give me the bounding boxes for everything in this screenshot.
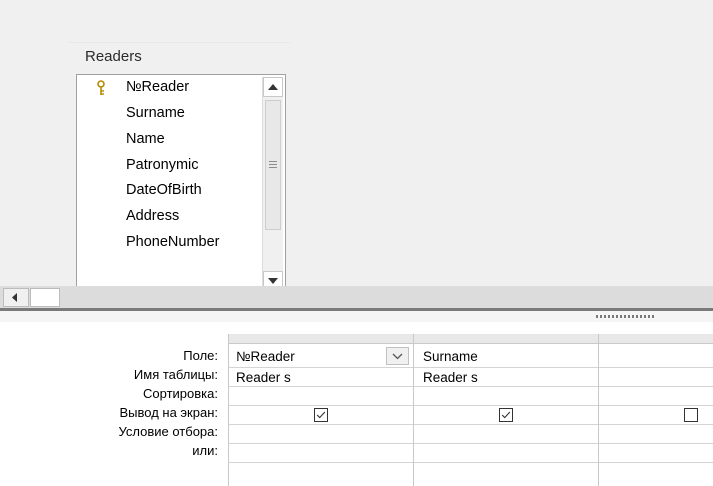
field-item-phone-number[interactable]: PhoneNumber bbox=[126, 234, 220, 250]
cell-table[interactable]: Reader s bbox=[423, 370, 478, 385]
arrow-left-icon bbox=[12, 293, 17, 302]
scroll-up-button[interactable] bbox=[263, 77, 283, 97]
field-list-scrollbar[interactable] bbox=[262, 77, 283, 291]
field-item-reader-id[interactable]: №Reader bbox=[126, 79, 189, 95]
key-icon bbox=[97, 80, 105, 95]
show-checkbox[interactable] bbox=[499, 408, 513, 422]
grid-column-1[interactable]: №Reader Reader s bbox=[228, 334, 413, 486]
show-checkbox[interactable] bbox=[314, 408, 328, 422]
query-design-grid[interactable]: №Reader Reader s Surname Reader s bbox=[228, 334, 713, 486]
arrow-up-icon bbox=[268, 84, 278, 90]
table-title[interactable]: Readers bbox=[85, 48, 142, 65]
row-label-or: или: bbox=[192, 443, 218, 458]
column-selector[interactable] bbox=[414, 334, 598, 344]
grip-line bbox=[269, 161, 277, 162]
field-dropdown-button[interactable] bbox=[386, 347, 409, 365]
chevron-down-icon bbox=[392, 353, 403, 360]
horizontal-scroll-thumb[interactable] bbox=[30, 288, 60, 307]
row-label-field: Поле: bbox=[183, 348, 218, 363]
cell-table[interactable]: Reader s bbox=[236, 370, 291, 385]
fields-container: №Reader Surname Name Patronymic DateOfBi… bbox=[77, 75, 263, 295]
grid-column-2[interactable]: Surname Reader s bbox=[413, 334, 598, 486]
field-item-patronymic[interactable]: Patronymic bbox=[126, 157, 199, 173]
row-label-table: Имя таблицы: bbox=[133, 367, 218, 382]
column-selector[interactable] bbox=[599, 334, 713, 344]
row-label-sort: Сортировка: bbox=[143, 386, 218, 401]
cell-field[interactable]: Surname bbox=[423, 349, 478, 364]
grip-line bbox=[269, 167, 277, 168]
scroll-left-button[interactable] bbox=[3, 288, 29, 307]
row-label-criteria: Условие отбора: bbox=[118, 424, 218, 439]
readers-table-box[interactable]: Readers №Reader Surname Name Patronymic … bbox=[68, 42, 290, 296]
horizontal-scrollbar[interactable] bbox=[0, 286, 713, 308]
scroll-thumb[interactable] bbox=[265, 100, 281, 230]
field-item-name[interactable]: Name bbox=[126, 131, 165, 147]
field-list[interactable]: №Reader Surname Name Patronymic DateOfBi… bbox=[76, 74, 286, 296]
field-item-date-of-birth[interactable]: DateOfBirth bbox=[126, 182, 202, 198]
field-item-surname[interactable]: Surname bbox=[126, 105, 185, 121]
field-item-address[interactable]: Address bbox=[126, 208, 179, 224]
grid-row-labels: Поле: Имя таблицы: Сортировка: Вывод на … bbox=[0, 322, 228, 486]
pane-splitter[interactable] bbox=[0, 308, 713, 322]
grip-line bbox=[269, 164, 277, 165]
table-design-area[interactable]: Readers №Reader Surname Name Patronymic … bbox=[0, 0, 713, 296]
column-selector[interactable] bbox=[229, 334, 413, 344]
cell-field[interactable]: №Reader bbox=[236, 349, 295, 364]
grid-column-3[interactable] bbox=[598, 334, 713, 486]
splitter-grip[interactable] bbox=[596, 315, 654, 318]
show-checkbox[interactable] bbox=[684, 408, 698, 422]
row-label-show: Вывод на экран: bbox=[119, 405, 218, 420]
